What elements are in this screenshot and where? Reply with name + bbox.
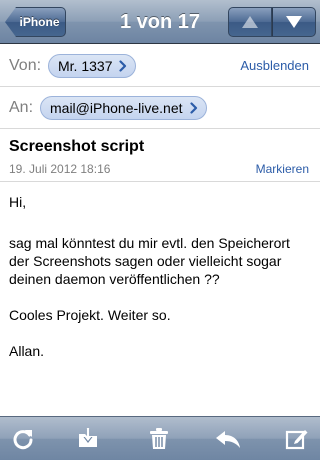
body-greeting: Hi, [9, 194, 27, 210]
message-date: 19. Juli 2012 18:16 [9, 162, 111, 176]
subject-title: Screenshot script [9, 138, 145, 155]
move-button[interactable] [68, 417, 108, 460]
compose-icon [285, 430, 308, 450]
navigation-bar: iPhone 1 von 17 [0, 0, 320, 44]
back-button-label: iPhone [19, 15, 60, 29]
recipient-address: mail@iPhone-live.net [50, 100, 183, 116]
mark-link[interactable]: Markieren [256, 162, 309, 176]
from-row: Von: Mr. 1337 Ausblenden [0, 45, 320, 87]
previous-message-button[interactable] [228, 7, 272, 37]
body-signature: Allan. [9, 343, 45, 359]
reply-icon [216, 431, 240, 448]
to-row: An: mail@iPhone-live.net [0, 87, 320, 129]
bottom-toolbar [0, 416, 320, 460]
to-label: An: [9, 99, 34, 116]
compose-button[interactable] [277, 417, 317, 460]
chevron-right-icon [188, 102, 200, 114]
hide-details-link[interactable]: Ausblenden [240, 45, 309, 87]
next-message-button[interactable] [272, 7, 316, 37]
recipient-chip[interactable]: mail@iPhone-live.net [40, 96, 207, 120]
body-paragraph: sag mal könntest du mir evtl. den Speich… [9, 235, 290, 287]
triangle-down-icon [286, 16, 302, 28]
subject-block: Screenshot script 19. Juli 2012 18:16 Ma… [0, 129, 320, 182]
body-paragraph: Cooles Projekt. Weiter so. [9, 307, 171, 323]
refresh-button[interactable] [3, 417, 43, 460]
reply-button[interactable] [208, 417, 248, 460]
trash-icon [150, 428, 168, 449]
triangle-up-icon [242, 16, 258, 28]
refresh-icon [13, 430, 33, 450]
chevron-right-icon [117, 60, 129, 72]
back-button[interactable]: iPhone [5, 7, 66, 37]
sender-name: Mr. 1337 [58, 58, 113, 74]
message-counter-title: 1 von 17 [119, 11, 201, 33]
sender-chip[interactable]: Mr. 1337 [48, 54, 137, 78]
message-body: Hi, sag mal könntest du mir evtl. den Sp… [9, 182, 311, 360]
delete-button[interactable] [139, 417, 179, 460]
from-label: Von: [9, 57, 42, 74]
move-folder-icon [79, 428, 97, 447]
